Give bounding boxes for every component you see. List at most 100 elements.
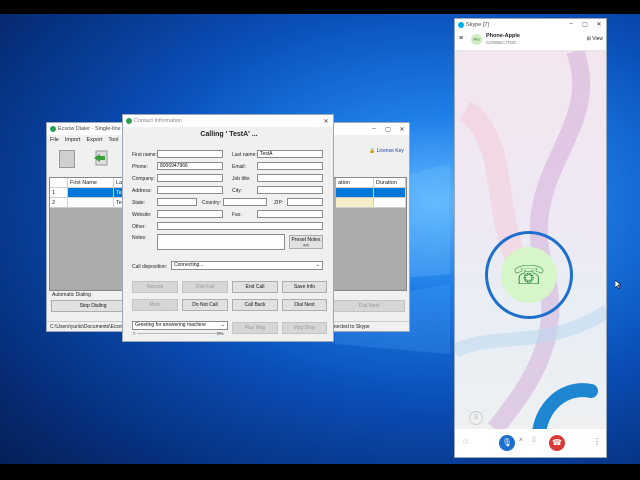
end-call-button[interactable]: End Call — [232, 281, 278, 293]
email-field[interactable] — [257, 162, 323, 170]
row-first-name[interactable] — [68, 188, 114, 198]
company-field[interactable] — [157, 174, 223, 182]
maximize-icon[interactable]: ▢ — [381, 126, 395, 133]
chevron-down-icon: ⌄ — [220, 322, 225, 328]
website-label: Website: — [132, 212, 152, 218]
fax-label: Fax: — [232, 212, 242, 218]
table-header-num — [50, 178, 68, 188]
menu-file[interactable]: File — [50, 137, 59, 143]
calling-avatar[interactable]: ☏ — [501, 247, 557, 303]
maximize-icon[interactable]: ▢ — [578, 21, 592, 28]
license-key-label: License Key — [376, 148, 404, 154]
dialer-menubar: File Import Export Tool — [50, 137, 118, 143]
dialpad-icon[interactable]: ⁞⁞ — [532, 437, 536, 444]
license-key-link[interactable]: 🔒 License Key — [369, 148, 404, 154]
greeting-select[interactable]: Greeting for answering machine ⌄ — [132, 321, 228, 330]
more-options-icon[interactable]: ⋮ — [593, 437, 601, 446]
contact-dial-next-button[interactable]: Dial Next — [282, 299, 327, 311]
mute-mic-button[interactable]: 🎙 — [499, 435, 515, 451]
import-icon[interactable] — [93, 150, 109, 166]
address-label: Address: — [132, 188, 152, 194]
hang-up-button[interactable]: ☎ — [549, 435, 565, 451]
menu-export[interactable]: Export — [86, 137, 102, 143]
table-header-location[interactable]: ation — [336, 178, 374, 188]
skype-titlebar[interactable]: Skype [7] – ▢ ✕ — [455, 19, 606, 30]
app-icon — [50, 126, 56, 132]
last-name-label: Last name: — [232, 152, 257, 158]
other-label: Other: — [132, 224, 146, 230]
country-field[interactable] — [223, 198, 267, 206]
grid-icon: ⊞ — [586, 36, 591, 42]
call-stage: ☏ S — [455, 51, 606, 429]
job-title-field[interactable] — [257, 174, 323, 182]
zip-label: ZIP: — [274, 200, 284, 206]
record-button[interactable]: Record — [132, 281, 178, 293]
mute-button[interactable]: Mute — [132, 299, 178, 311]
phone-field[interactable]: 8006947966 — [157, 162, 223, 170]
save-info-button[interactable]: Save Info — [282, 281, 327, 293]
close-icon[interactable]: ✕ — [592, 21, 606, 28]
minimize-icon[interactable]: – — [367, 126, 381, 133]
website-field[interactable] — [157, 210, 223, 218]
status-skype-connection: nnected to Skype — [331, 324, 370, 330]
skype-logo-icon — [458, 21, 464, 28]
row-location[interactable] — [336, 198, 374, 208]
avatar[interactable]: PH — [471, 34, 482, 45]
call-back-button[interactable]: Call Back — [232, 299, 278, 311]
company-label: Company: — [132, 176, 155, 182]
job-title-label: Job title: — [232, 176, 251, 182]
status-path: C:\Users\yuriis\Documents\Ecsow — [50, 324, 126, 330]
mic-options-chevron-icon[interactable]: ˄ — [519, 438, 523, 444]
menu-import[interactable]: Import — [65, 137, 81, 143]
dialer-dial-next-button[interactable]: Dial Next — [333, 300, 405, 312]
dial-fail-button[interactable]: Dial Fail — [182, 281, 228, 293]
view-button[interactable]: ⊞ View — [587, 36, 603, 42]
call-disposition-value: Connecting... — [174, 262, 204, 268]
table-header-duration[interactable]: Duration — [374, 178, 406, 188]
window-controls: – ▢ ✕ — [564, 21, 606, 28]
state-label: State: — [132, 200, 146, 206]
contact-dialog: Contact Information ✕ Calling ' TestA' .… — [122, 114, 334, 342]
progress-min: 0 — [133, 331, 136, 336]
last-name-field[interactable]: TestA — [257, 150, 323, 158]
minimize-icon[interactable]: – — [564, 21, 578, 28]
contact-titlebar[interactable]: Contact Information ✕ — [123, 115, 333, 127]
call-disposition-select[interactable]: Connecting... ⌄ — [171, 261, 323, 270]
window-controls: – ▢ ✕ — [367, 126, 409, 133]
row-duration[interactable] — [374, 198, 406, 208]
do-not-call-button[interactable]: Do Not Call — [182, 299, 228, 311]
new-list-icon[interactable] — [59, 150, 75, 168]
country-label: Country: — [202, 200, 221, 206]
greeting-value: Greeting for answering machine — [135, 322, 206, 328]
address-field[interactable] — [157, 186, 223, 194]
first-name-label: First name: — [132, 152, 158, 158]
progress-track — [137, 333, 217, 334]
row-duration[interactable] — [374, 188, 406, 198]
other-field[interactable] — [157, 222, 323, 230]
progress-percent: 0% — [217, 331, 224, 336]
close-icon[interactable]: ✕ — [319, 118, 333, 125]
row-location[interactable] — [336, 188, 374, 198]
play-msg-button[interactable]: Play Msg — [232, 322, 278, 334]
call-header: ≡ PH Phone-Apple CONNECTING ⊞ View — [455, 30, 606, 51]
fax-field[interactable] — [257, 210, 323, 218]
msg-drop-button[interactable]: Msg Drop — [282, 322, 327, 334]
app-icon — [126, 118, 132, 124]
row-first-name[interactable] — [68, 198, 114, 208]
city-field[interactable] — [257, 186, 323, 194]
mouse-cursor-icon — [615, 280, 621, 289]
zip-field[interactable] — [287, 198, 323, 206]
chat-icon[interactable]: ◌ — [463, 437, 468, 446]
city-label: City: — [232, 188, 242, 194]
menu-tools[interactable]: Tool — [108, 137, 118, 143]
notes-field[interactable] — [157, 234, 285, 250]
table-header-first-name[interactable]: First Name — [68, 178, 114, 188]
state-field[interactable] — [157, 198, 197, 206]
notes-label: Notes: — [132, 235, 147, 241]
skype-window: Skype [7] – ▢ ✕ ≡ PH Phone-Apple CONNECT… — [454, 18, 607, 458]
first-name-field[interactable] — [157, 150, 223, 158]
call-disposition-label: Call disposition: — [132, 264, 168, 270]
preset-notes-button[interactable]: Preset Notes << — [289, 235, 323, 249]
menu-icon[interactable]: ≡ — [459, 35, 463, 42]
close-icon[interactable]: ✕ — [395, 126, 409, 133]
